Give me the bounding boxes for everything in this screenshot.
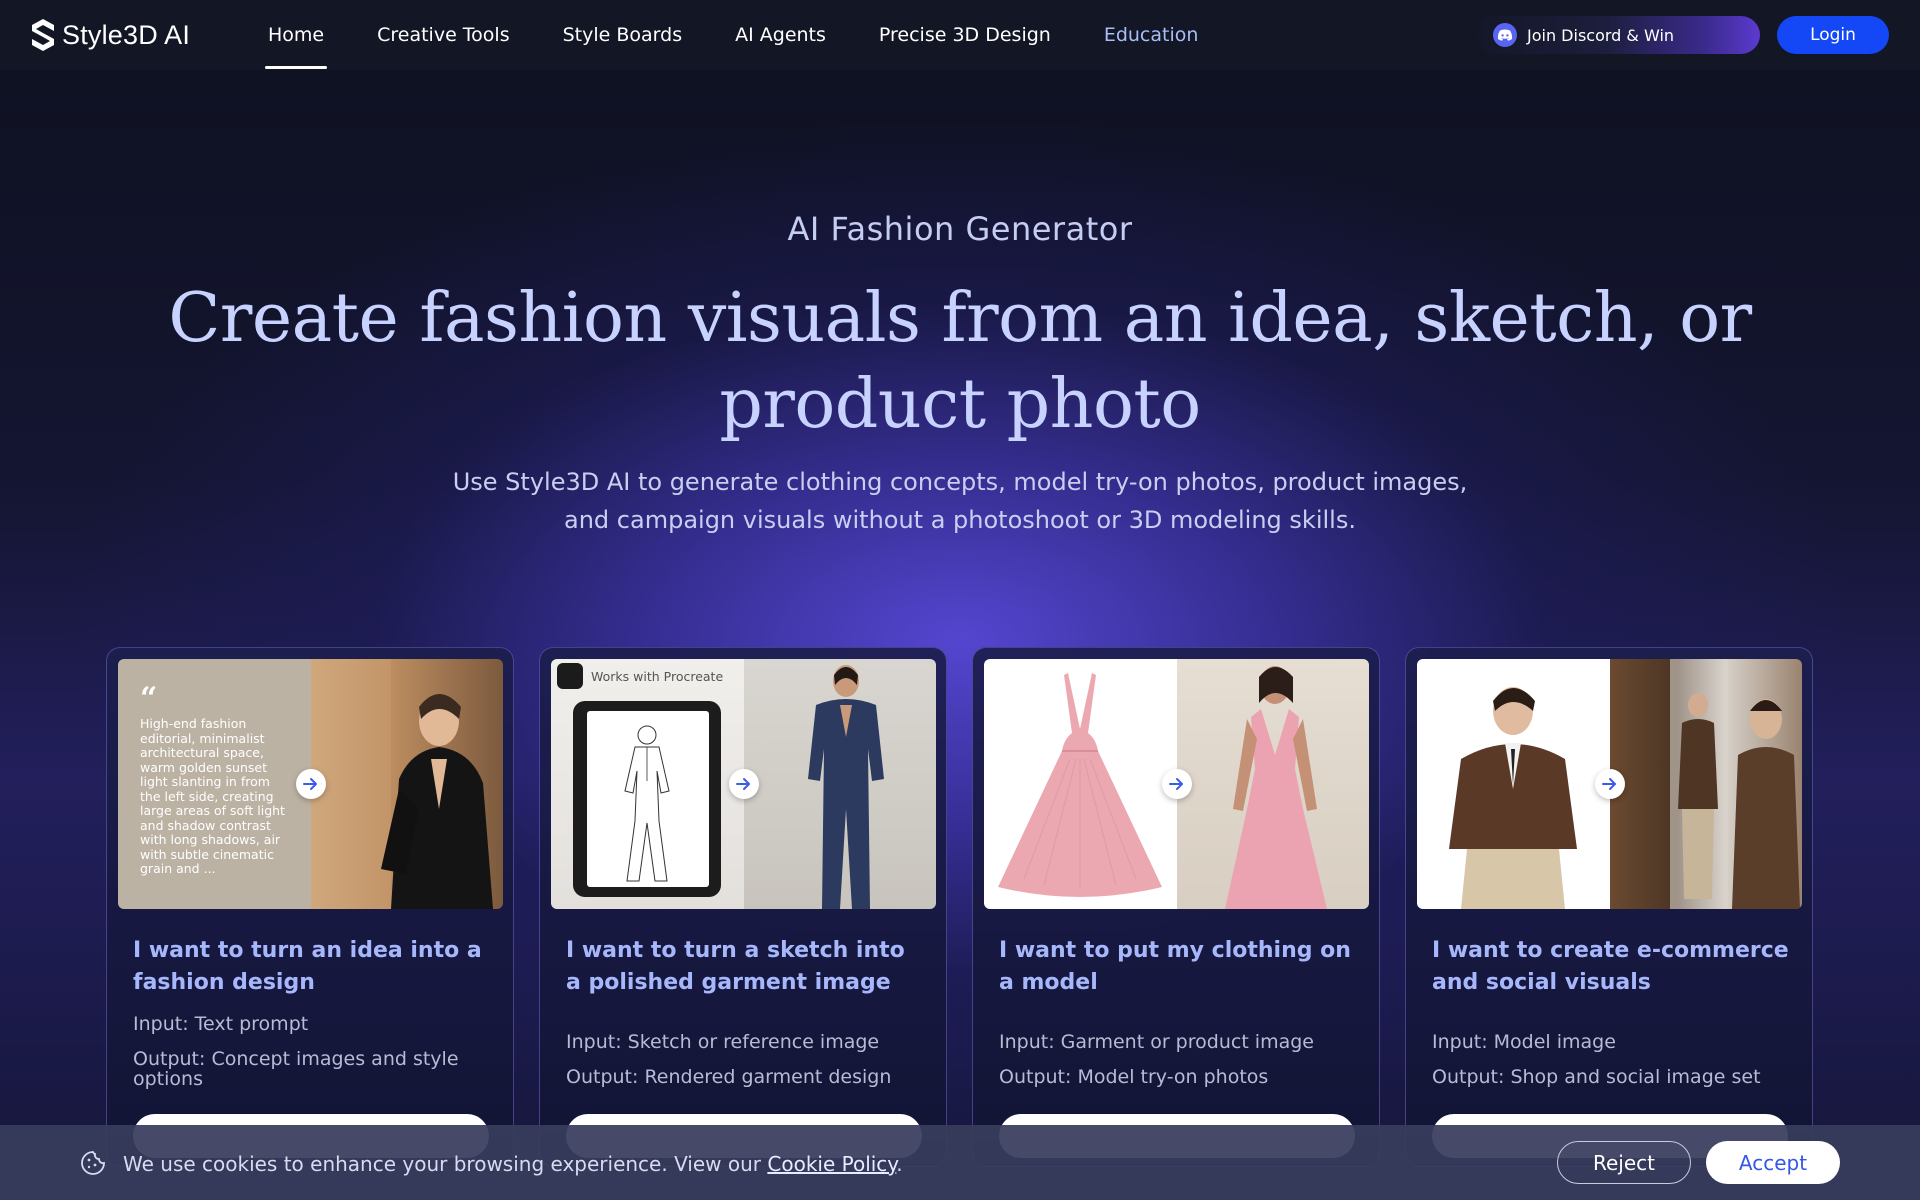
arrow-right-icon [1161,769,1192,799]
card-image-sketch: Works with Procreate [551,659,936,909]
cookie-suffix: . [896,1152,903,1176]
card-output: Output: Model try-on photos [999,1066,1269,1088]
brand-logo[interactable]: Style3D AI [30,17,190,53]
tablet-illustration [573,701,721,897]
social-collage-illustration [1669,659,1800,909]
tablet-screen [587,711,709,887]
join-discord-button[interactable]: Join Discord & Win [1477,16,1760,54]
nav-link-home[interactable]: Home [265,0,328,70]
denim-jumpsuit-illustration [807,665,884,909]
pink-dress-illustration [998,673,1162,897]
hero-eyebrow: AI Fashion Generator [787,210,1133,248]
nav-link-creative-tools[interactable]: Creative Tools [374,0,513,70]
nav-links: Home Creative Tools Style Boards AI Agen… [265,0,1248,70]
procreate-badge: Works with Procreate [557,663,723,689]
discord-icon [1493,23,1517,47]
join-discord-label: Join Discord & Win [1527,25,1675,45]
use-case-card-model[interactable]: I want to put my clothing on a model Inp… [972,647,1380,1167]
sketch-figure-illustration [624,725,670,882]
nav-link-precise-3d-design[interactable]: Precise 3D Design [876,0,1054,70]
cookie-banner: We use cookies to enhance your browsing … [0,1125,1920,1200]
rendered-garment-photo [743,659,936,909]
procreate-label: Works with Procreate [591,668,724,684]
top-navigation: Style3D AI Home Creative Tools Style Boa… [0,0,1920,70]
card-image-idea: “ High-end fashion editorial, minimalist… [118,659,503,909]
prompt-quote: High-end fashion editorial, minimalist a… [140,716,285,876]
nav-link-ai-agents[interactable]: AI Agents [732,0,829,70]
cookie-text: We use cookies to enhance your browsing … [123,1152,768,1176]
arrow-right-icon [295,769,326,799]
accept-cookies-button[interactable]: Accept [1706,1141,1840,1184]
prompt-text-panel: “ High-end fashion editorial, minimalist… [118,659,311,909]
procreate-icon [557,663,583,689]
login-button[interactable]: Login [1777,16,1889,54]
use-case-card-idea[interactable]: “ High-end fashion editorial, minimalist… [106,647,514,1167]
card-image-ecommerce [1417,659,1802,909]
hero-subtitle-line-1: Use Style3D AI to generate clothing conc… [452,468,1468,496]
hero-subtitle-line-2: and campaign visuals without a photoshoo… [564,506,1356,534]
use-case-card-ecommerce[interactable]: I want to create e-commerce and social v… [1405,647,1813,1167]
card-title: I want to create e-commerce and social v… [1432,938,1789,995]
hero-headline: Create fashion visuals from an idea, ske… [168,279,1752,444]
jacket-model-illustration [1449,687,1577,909]
editorial-model-illustration [310,659,493,909]
cookie-message: We use cookies to enhance your browsing … [123,1152,903,1176]
model-try-on-photo [1176,659,1369,909]
quote-icon: “ [140,681,158,716]
card-title: I want to turn an idea into a fashion de… [133,938,482,995]
product-dress-photo [984,659,1177,909]
editorial-photo [310,659,503,909]
use-case-card-sketch[interactable]: Works with Procreate I want to turn a sk… [539,647,947,1167]
card-output: Output: Shop and social image set [1432,1066,1761,1088]
arrow-right-icon [728,769,759,799]
cookie-icon [81,1151,105,1175]
card-output: Output: Concept images and style options [133,1048,459,1090]
card-title: I want to turn a sketch into a polished … [566,938,905,995]
reject-cookies-button[interactable]: Reject [1557,1141,1691,1184]
hero-subtitle: Use Style3D AI to generate clothing conc… [360,463,1560,539]
nav-link-style-boards[interactable]: Style Boards [560,0,686,70]
style3d-logo-icon [32,19,54,51]
card-input: Input: Text prompt [133,1013,309,1035]
card-input: Input: Garment or product image [999,1031,1314,1053]
sketch-panel: Works with Procreate [551,659,744,909]
card-title: I want to put my clothing on a model [999,938,1351,995]
model-photo [1417,659,1610,909]
nav-link-education[interactable]: Education [1101,0,1202,70]
arrow-right-icon [1594,769,1625,799]
social-image-set [1609,659,1802,909]
card-input: Input: Model image [1432,1031,1616,1053]
card-input: Input: Sketch or reference image [566,1031,880,1053]
card-image-model [984,659,1369,909]
cookie-policy-link[interactable]: Cookie Policy [767,1152,896,1176]
use-case-cards: “ High-end fashion editorial, minimalist… [106,647,1816,1167]
pink-model-illustration [1224,666,1327,909]
card-output: Output: Rendered garment design [566,1066,892,1088]
brand-name: Style3D AI [62,19,191,50]
